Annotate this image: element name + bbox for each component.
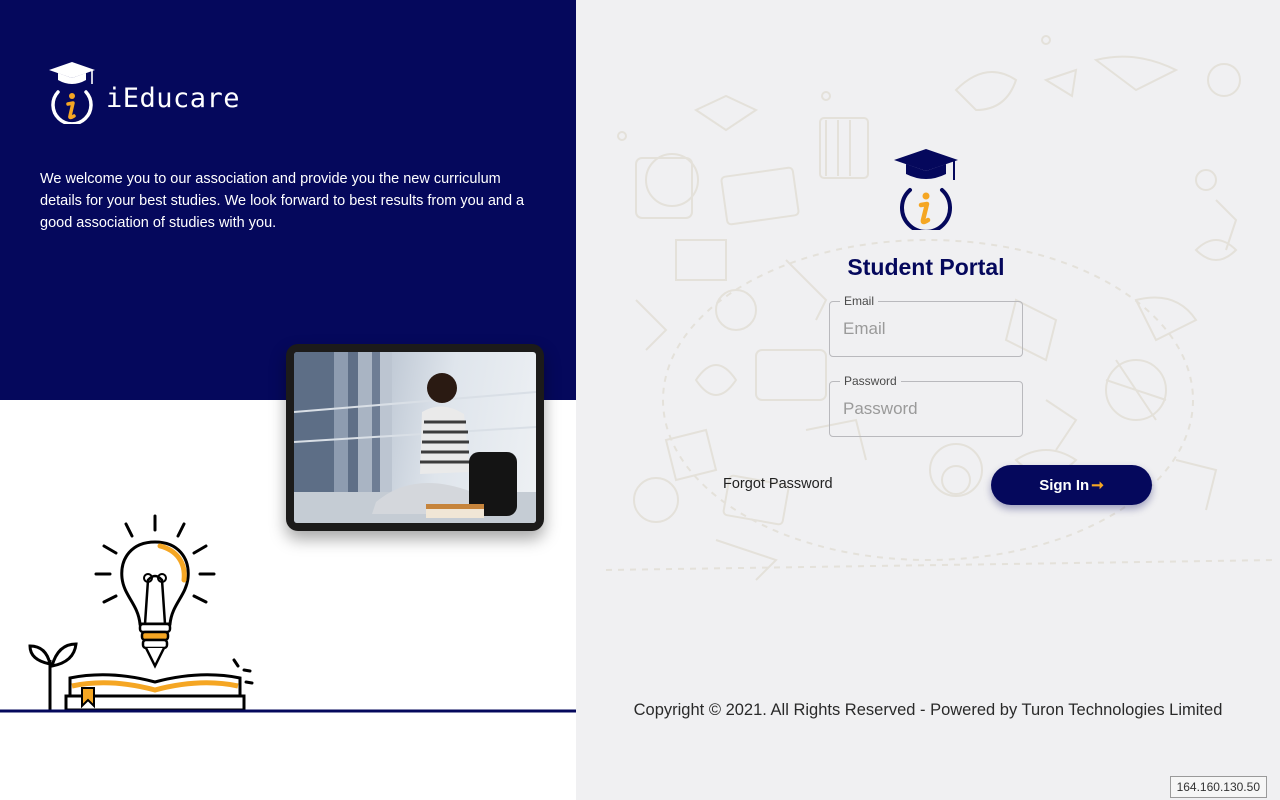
page-title: Student Portal [847, 254, 1005, 280]
graduation-cap-info-icon [49, 62, 95, 124]
welcome-header: iEducare We welcome you to our associati… [0, 0, 576, 400]
sign-in-button[interactable]: Sign In ➞ [991, 465, 1152, 505]
portal-logo [892, 146, 960, 235]
password-field[interactable]: Password [829, 374, 1023, 437]
brand-logo: iEducare [46, 58, 240, 124]
welcome-panel: iEducare We welcome you to our associati… [0, 0, 576, 800]
ip-address-badge: 164.160.130.50 [1169, 776, 1267, 798]
arrow-right-icon: ➞ [1091, 477, 1104, 494]
password-input[interactable] [830, 382, 1022, 436]
email-input[interactable] [830, 302, 1022, 356]
graduation-cap-info-icon [894, 149, 958, 234]
student-reading-image [294, 352, 536, 523]
copyright-text: Copyright © 2021. All Rights Reserved - … [633, 701, 1223, 719]
forgot-password-link[interactable]: Forgot Password [723, 476, 833, 492]
welcome-text: We welcome you to our association and pr… [40, 171, 525, 231]
login-panel: Student Portal Email Password Forgot Pas… [576, 0, 1280, 800]
email-field[interactable]: Email [829, 294, 1023, 357]
brand-name: iEducare [106, 82, 241, 114]
lightbulb-book-illustration [0, 514, 576, 713]
sign-in-label: Sign In [1039, 476, 1090, 494]
